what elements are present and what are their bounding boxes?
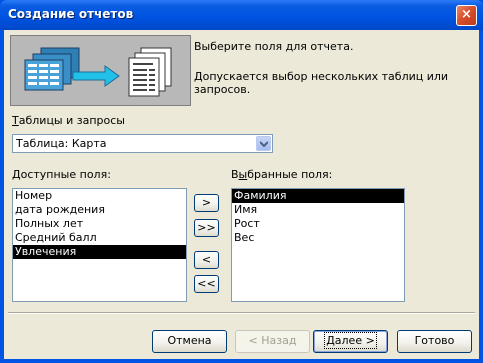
remove-all-fields-button[interactable]: <<	[194, 275, 219, 293]
add-all-fields-button[interactable]: >>	[194, 219, 219, 237]
tables-combobox[interactable]: Таблица: Карта	[12, 134, 273, 153]
close-icon[interactable]: ×	[456, 5, 477, 26]
next-button-label: Далее >	[324, 332, 377, 349]
instruction-text: Выберите поля для отчета.	[194, 40, 354, 53]
list-item[interactable]: Увлечения	[13, 245, 186, 259]
footer-divider	[8, 312, 475, 314]
remove-field-button[interactable]: <	[194, 251, 219, 269]
back-button[interactable]: < Назад	[235, 330, 310, 353]
list-item[interactable]: Имя	[232, 203, 404, 217]
hint-text: Допускается выбор нескольких таблиц или …	[194, 70, 449, 96]
list-item[interactable]: Фамилия	[232, 189, 404, 203]
report-wizard-window: Создание отчетов × Выберите поля для отч…	[0, 0, 483, 363]
chevron-down-icon[interactable]	[256, 136, 271, 151]
title-bar[interactable]: Создание отчетов ×	[0, 0, 483, 30]
list-item[interactable]: Вес	[232, 231, 404, 245]
list-item[interactable]: Номер	[13, 189, 186, 203]
wizard-body: Выберите поля для отчета. Допускается вы…	[4, 30, 479, 359]
tables-label: Таблицы и запросы	[12, 114, 125, 127]
selected-fields-list[interactable]: Фамилия Имя Рост Вес	[231, 188, 405, 302]
list-item[interactable]: Рост	[232, 217, 404, 231]
cancel-button[interactable]: Отмена	[152, 330, 227, 353]
window-title: Создание отчетов	[8, 7, 134, 21]
finish-button[interactable]: Готово	[397, 330, 472, 353]
available-fields-list[interactable]: Номер дата рождения Полных лет Средний балл…	[12, 188, 187, 302]
add-field-button[interactable]: >	[194, 194, 219, 212]
list-item[interactable]: дата рождения	[13, 203, 186, 217]
wizard-illustration	[10, 35, 191, 106]
next-button[interactable]: Далее >	[313, 330, 388, 353]
list-item[interactable]: Средний балл	[13, 231, 186, 245]
selected-fields-label: Выбранные поля:	[231, 168, 333, 181]
list-item[interactable]: Полных лет	[13, 217, 186, 231]
available-fields-label: Доступные поля:	[12, 168, 111, 181]
tables-combobox-value: Таблица: Карта	[16, 137, 107, 150]
